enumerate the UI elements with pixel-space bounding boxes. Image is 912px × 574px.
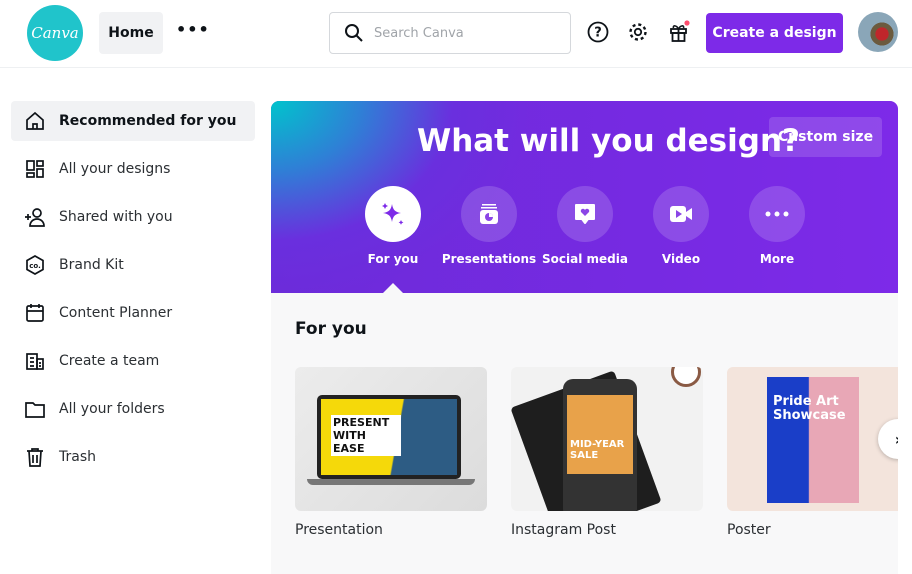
- sidebar-item-all-designs[interactable]: All your designs: [11, 149, 255, 189]
- category-label: Social media: [542, 252, 628, 266]
- gift-icon[interactable]: [667, 20, 691, 44]
- canva-logo[interactable]: Canva: [27, 5, 83, 61]
- design-card-instagram-post[interactable]: MID-YEAR SALE Instagram Post: [511, 367, 703, 538]
- category-presentations[interactable]: Presentations: [441, 186, 537, 266]
- brand-kit-icon: co.: [26, 255, 44, 275]
- main-panel: What will you design? Custom size For yo…: [271, 101, 898, 574]
- more-menu-icon[interactable]: •••: [176, 20, 210, 39]
- avatar[interactable]: [858, 12, 898, 52]
- notification-dot: [684, 20, 690, 26]
- presentation-thumbnail: PRESENT WITH EASE: [295, 367, 487, 511]
- banner-title: What will you design?: [417, 123, 801, 159]
- svg-text:co.: co.: [29, 262, 41, 270]
- category-social-media[interactable]: Social media: [537, 186, 633, 266]
- sidebar-item-recommended[interactable]: Recommended for you: [11, 101, 255, 141]
- search-box[interactable]: [329, 12, 571, 54]
- card-label: Poster: [727, 522, 771, 538]
- grid-icon: [26, 160, 44, 178]
- category-for-you[interactable]: For you: [345, 186, 441, 266]
- instagram-thumbnail: MID-YEAR SALE: [511, 367, 703, 511]
- thumbnail-text: MID-YEAR SALE: [567, 395, 633, 475]
- card-label: Instagram Post: [511, 522, 616, 538]
- sidebar-item-label: All your folders: [59, 401, 165, 417]
- category-more[interactable]: More: [729, 186, 825, 266]
- building-icon: [26, 353, 44, 370]
- sidebar-item-label: Content Planner: [59, 305, 173, 321]
- category-label: Video: [661, 252, 701, 266]
- video-icon: [670, 206, 692, 222]
- sidebar-item-content-planner[interactable]: Content Planner: [11, 293, 255, 333]
- users-icon: [25, 208, 45, 227]
- presentation-icon: [480, 204, 498, 224]
- search-input[interactable]: [374, 25, 554, 41]
- svg-text:?: ?: [594, 26, 602, 41]
- custom-size-button[interactable]: Custom size: [769, 117, 882, 157]
- help-icon[interactable]: ?: [586, 20, 610, 44]
- selected-pointer: [383, 283, 403, 293]
- calendar-icon: [26, 304, 44, 322]
- design-banner: What will you design? Custom size For yo…: [271, 101, 898, 293]
- heart-bubble-icon: [575, 204, 595, 224]
- sidebar-item-shared[interactable]: Shared with you: [11, 197, 255, 237]
- category-label: More: [759, 252, 795, 266]
- sidebar-item-brand-kit[interactable]: co. Brand Kit: [11, 245, 255, 285]
- sidebar-item-label: All your designs: [59, 161, 171, 177]
- more-icon: [765, 211, 789, 217]
- home-icon: [26, 111, 44, 130]
- sidebar-item-label: Shared with you: [59, 209, 173, 225]
- sidebar-item-label: Create a team: [59, 353, 160, 369]
- card-label: Presentation: [295, 522, 383, 538]
- chevron-right-icon: ›: [895, 430, 898, 449]
- category-label: Presentations: [441, 252, 537, 266]
- sidebar-item-folders[interactable]: All your folders: [11, 389, 255, 429]
- sidebar-item-label: Recommended for you: [59, 113, 237, 129]
- sparkle-icon: [382, 203, 404, 225]
- top-bar: Canva Home ••• ? Create a design: [0, 0, 912, 68]
- settings-gear-icon[interactable]: [626, 20, 650, 44]
- thumbnail-text: PRESENT WITH EASE: [331, 415, 401, 456]
- section-title: For you: [295, 319, 367, 339]
- poster-thumbnail: Pride Art Showcase: [727, 367, 898, 511]
- trash-icon: [27, 448, 43, 467]
- design-card-poster[interactable]: Pride Art Showcase Poster: [727, 367, 898, 538]
- thumbnail-text: Pride Art Showcase: [767, 377, 859, 503]
- search-icon: [345, 24, 363, 42]
- home-button[interactable]: Home: [99, 12, 163, 54]
- design-card-presentation[interactable]: PRESENT WITH EASE Presentation: [295, 367, 487, 538]
- sidebar-item-label: Brand Kit: [59, 257, 124, 273]
- category-video[interactable]: Video: [633, 186, 729, 266]
- sidebar-item-trash[interactable]: Trash: [11, 437, 255, 477]
- create-design-button[interactable]: Create a design: [706, 13, 843, 53]
- folder-icon: [25, 402, 45, 418]
- sidebar-item-label: Trash: [59, 449, 96, 465]
- category-label: For you: [367, 252, 419, 266]
- sidebar-item-create-team[interactable]: Create a team: [11, 341, 255, 381]
